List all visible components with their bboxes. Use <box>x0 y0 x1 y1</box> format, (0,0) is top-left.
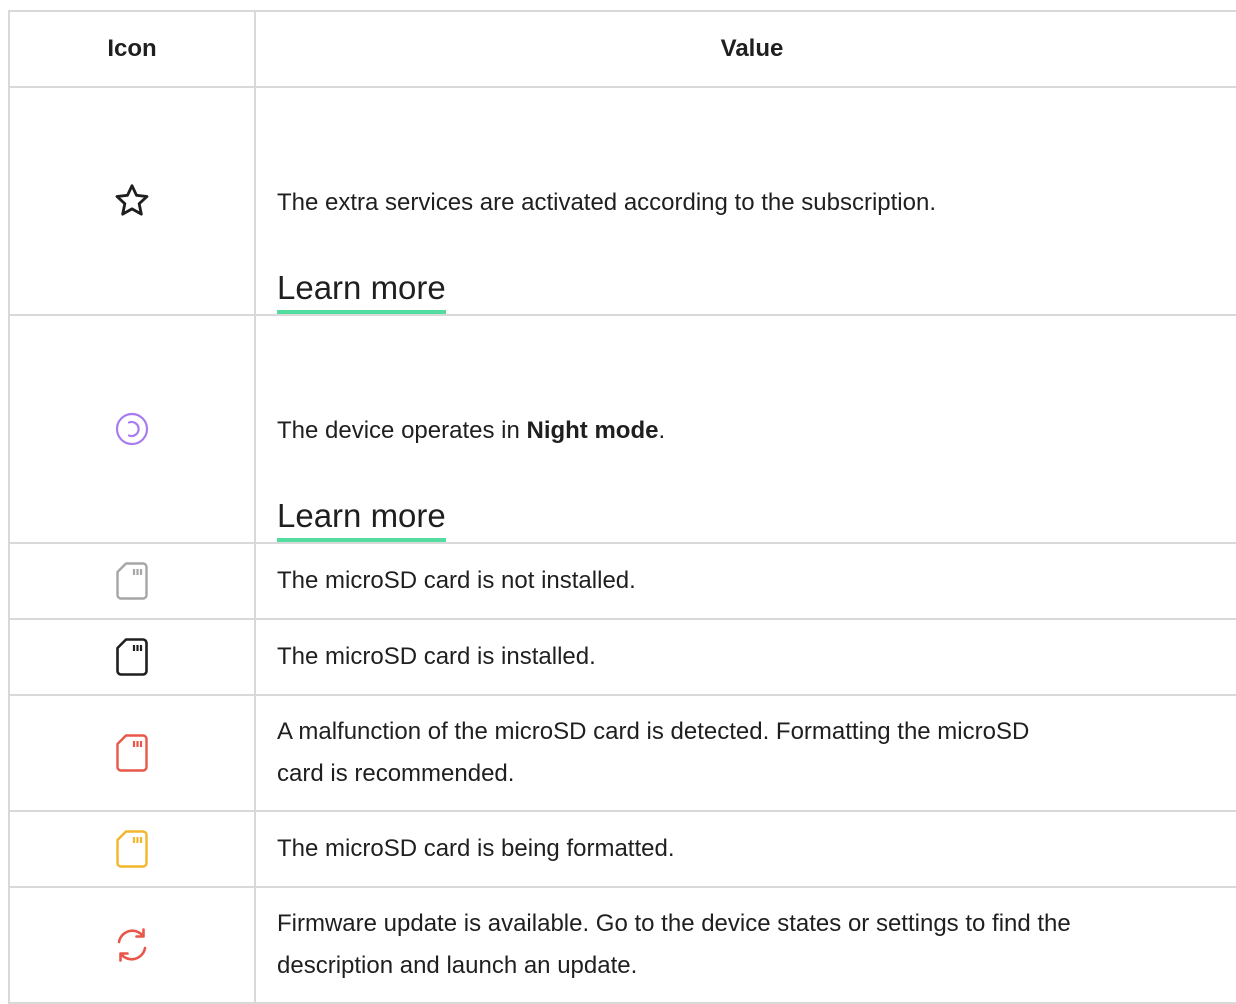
value-cell: The microSD card is installed. <box>254 618 1236 696</box>
row-text-line: card is recommended. <box>277 760 515 787</box>
table-row: Firmware update is available. Go to the … <box>8 886 1236 1004</box>
table-row: The microSD card is installed. <box>8 618 1236 696</box>
learn-more-link[interactable]: Learn more <box>277 268 446 314</box>
icon-cell <box>8 886 256 1004</box>
value-cell: The microSD card is being formatted. <box>254 810 1236 888</box>
value-cell: The device operates in Night mode. Learn… <box>254 314 1236 544</box>
learn-more-link[interactable]: Learn more <box>277 496 446 542</box>
table-row: A malfunction of the microSD card is det… <box>8 694 1236 812</box>
row-text: The microSD card is installed. <box>277 643 596 670</box>
row-text-line: description and launch an update. <box>277 952 638 979</box>
header-icon: Icon <box>8 10 256 88</box>
row-text: The extra services are activated accordi… <box>277 189 936 216</box>
microsd-card-gray-icon <box>10 561 254 601</box>
icon-cell <box>8 810 256 888</box>
value-cell: Firmware update is available. Go to the … <box>254 886 1236 1004</box>
table-row: The microSD card is not installed. <box>8 542 1236 620</box>
firmware-update-icon <box>10 925 254 965</box>
row-text: The microSD card is not installed. <box>277 567 636 594</box>
icon-cell <box>8 694 256 812</box>
row-text-line: Firmware update is available. Go to the … <box>277 910 1071 937</box>
table-row: The microSD card is being formatted. <box>8 810 1236 888</box>
microsd-card-red-icon <box>10 733 254 773</box>
table-row: The device operates in Night mode. Learn… <box>8 314 1236 544</box>
row-text: The microSD card is being formatted. <box>277 835 675 862</box>
night-mode-icon <box>10 411 254 447</box>
value-cell: The extra services are activated accordi… <box>254 86 1236 316</box>
icon-cell <box>8 314 256 544</box>
icon-cell <box>8 86 256 316</box>
value-cell: The microSD card is not installed. <box>254 542 1236 620</box>
row-text-line: A malfunction of the microSD card is det… <box>277 718 1030 745</box>
row-text: The device operates in Night mode. <box>277 410 1220 452</box>
icons-table: Icon Value The extra services are activa… <box>8 10 1236 1004</box>
row-text-before: The device operates in <box>277 417 527 444</box>
table-row: The extra services are activated accordi… <box>8 86 1236 316</box>
icon-cell <box>8 618 256 696</box>
microsd-card-yellow-icon <box>10 829 254 869</box>
value-cell: A malfunction of the microSD card is det… <box>254 694 1236 812</box>
night-mode-label: Night mode <box>526 417 659 444</box>
row-text-after: . <box>658 417 666 444</box>
star-outline-icon <box>10 181 254 221</box>
microsd-card-black-icon <box>10 637 254 677</box>
icon-cell <box>8 542 256 620</box>
